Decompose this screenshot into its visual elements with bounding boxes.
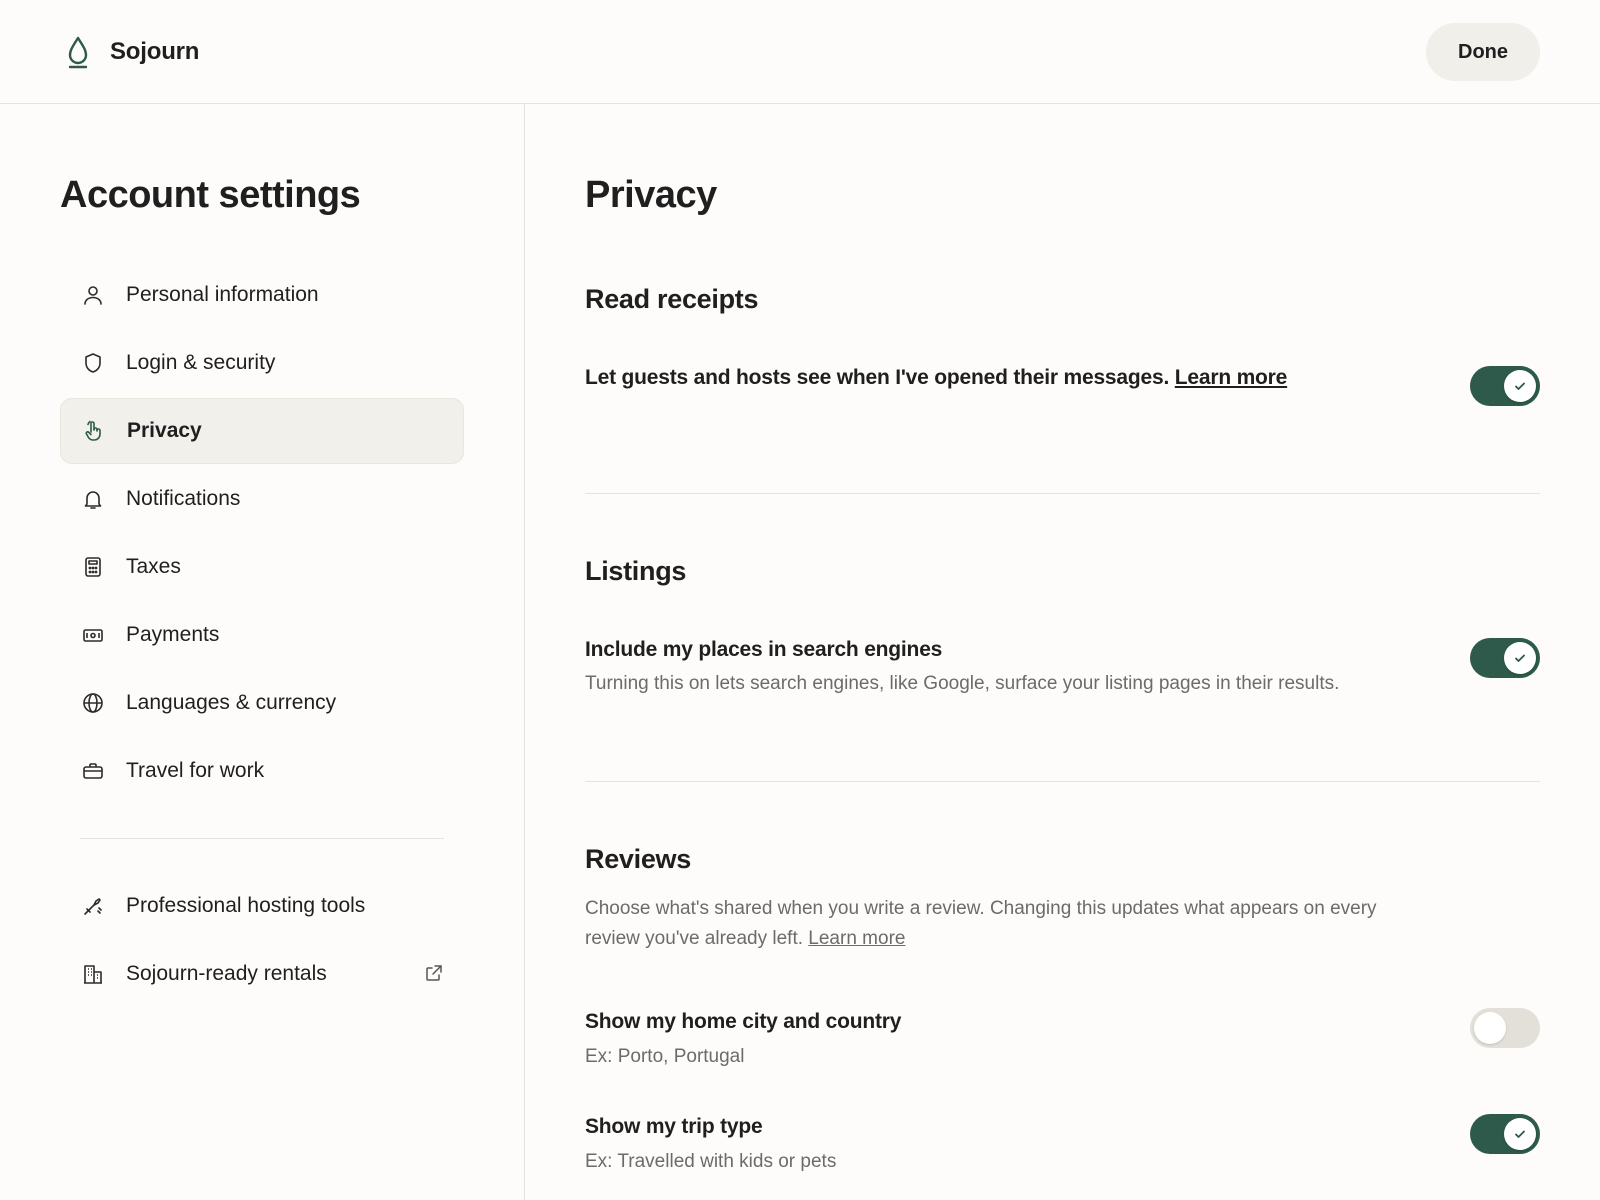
- briefcase-icon: [80, 758, 106, 784]
- sidebar-item-login-security[interactable]: Login & security: [60, 330, 464, 396]
- check-icon: [1515, 654, 1525, 662]
- brand[interactable]: Sojourn: [64, 34, 199, 70]
- settings-sidebar: Account settings Personal information Lo…: [0, 104, 525, 1200]
- reviews-learn-more-link[interactable]: Learn more: [808, 928, 905, 949]
- check-icon: [1515, 382, 1525, 390]
- reviews-desc-line-2: review you've already left. Learn more: [585, 924, 1445, 954]
- page-title: Privacy: [585, 174, 717, 216]
- sidebar-item-sojourn-ready-rentals[interactable]: Sojourn-ready rentals: [60, 941, 464, 1007]
- sidebar-item-travel-for-work[interactable]: Travel for work: [60, 738, 464, 804]
- sidebar-item-label: Login & security: [126, 351, 276, 374]
- sidebar-item-label: Privacy: [127, 419, 202, 442]
- sidebar-item-languages-currency[interactable]: Languages & currency: [60, 670, 464, 736]
- sidebar-item-label: Taxes: [126, 555, 181, 578]
- toggle-knob: [1504, 370, 1536, 402]
- search-engines-toggle[interactable]: [1470, 638, 1540, 678]
- globe-icon: [80, 690, 106, 716]
- calculator-icon: [80, 554, 106, 580]
- banknote-icon: [80, 622, 106, 648]
- read-receipts-text: Let guests and hosts see when I've opene…: [585, 366, 1170, 389]
- sidebar-item-personal-information[interactable]: Personal information: [60, 262, 464, 328]
- bell-icon: [80, 486, 106, 512]
- sidebar-item-taxes[interactable]: Taxes: [60, 534, 464, 600]
- trip-type-setting-desc: Ex: Travelled with kids or pets: [585, 1151, 837, 1172]
- home-city-setting-title: Show my home city and country: [585, 1010, 902, 1033]
- sidebar-item-professional-hosting-tools[interactable]: Professional hosting tools: [60, 873, 464, 939]
- section-title-read-receipts: Read receipts: [585, 284, 759, 314]
- search-engines-setting-title: Include my places in search engines: [585, 638, 943, 661]
- read-receipts-toggle[interactable]: [1470, 366, 1540, 406]
- sidebar-item-notifications[interactable]: Notifications: [60, 466, 464, 532]
- sidebar-item-label: Professional hosting tools: [126, 894, 366, 917]
- toggle-knob: [1504, 642, 1536, 674]
- section-divider: [585, 781, 1540, 782]
- top-bar: Sojourn Done: [0, 0, 1600, 104]
- sidebar-item-label: Personal information: [126, 283, 319, 306]
- section-divider: [585, 493, 1540, 494]
- home-city-setting-desc: Ex: Porto, Portugal: [585, 1046, 745, 1067]
- reviews-description: Choose what's shared when you write a re…: [585, 894, 1445, 954]
- toggle-knob: [1504, 1118, 1536, 1150]
- sidebar-item-label: Travel for work: [126, 759, 265, 782]
- sidebar-item-payments[interactable]: Payments: [60, 602, 464, 668]
- check-icon: [1515, 1130, 1525, 1138]
- sidebar-item-label: Payments: [126, 623, 220, 646]
- read-receipts-learn-more-link[interactable]: Learn more: [1175, 366, 1288, 389]
- read-receipts-setting: Let guests and hosts see when I've opene…: [585, 366, 1287, 390]
- trip-type-toggle[interactable]: [1470, 1114, 1540, 1154]
- search-engines-setting-desc: Turning this on lets search engines, lik…: [585, 673, 1340, 694]
- toggle-knob: [1474, 1012, 1506, 1044]
- home-city-toggle[interactable]: [1470, 1008, 1540, 1048]
- reviews-desc-line-2-text: review you've already left.: [585, 928, 804, 949]
- settings-nav: Personal information Login & security Pr…: [60, 262, 464, 1009]
- hosting-tools-icon: [80, 893, 106, 919]
- sidebar-item-label: Notifications: [126, 487, 241, 510]
- section-title-reviews: Reviews: [585, 844, 691, 874]
- person-icon: [80, 282, 106, 308]
- sidebar-item-privacy[interactable]: Privacy: [60, 398, 464, 464]
- external-link-icon: [426, 965, 442, 981]
- drop-icon: [68, 36, 88, 69]
- building-icon: [80, 961, 106, 987]
- reviews-desc-line-1: Choose what's shared when you write a re…: [585, 898, 1377, 919]
- trip-type-setting-title: Show my trip type: [585, 1115, 763, 1138]
- privacy-panel: Privacy Read receipts Let guests and hos…: [585, 104, 1540, 1200]
- shield-icon: [80, 350, 106, 376]
- hand-pointer-icon: [81, 418, 107, 444]
- section-title-listings: Listings: [585, 556, 687, 586]
- brand-name: Sojourn: [110, 38, 200, 65]
- sidebar-item-label: Languages & currency: [126, 691, 337, 714]
- sidebar-item-label: Sojourn-ready rentals: [126, 962, 327, 985]
- sidebar-divider: [80, 838, 444, 839]
- done-button[interactable]: Done: [1426, 23, 1540, 81]
- sidebar-title: Account settings: [60, 174, 361, 216]
